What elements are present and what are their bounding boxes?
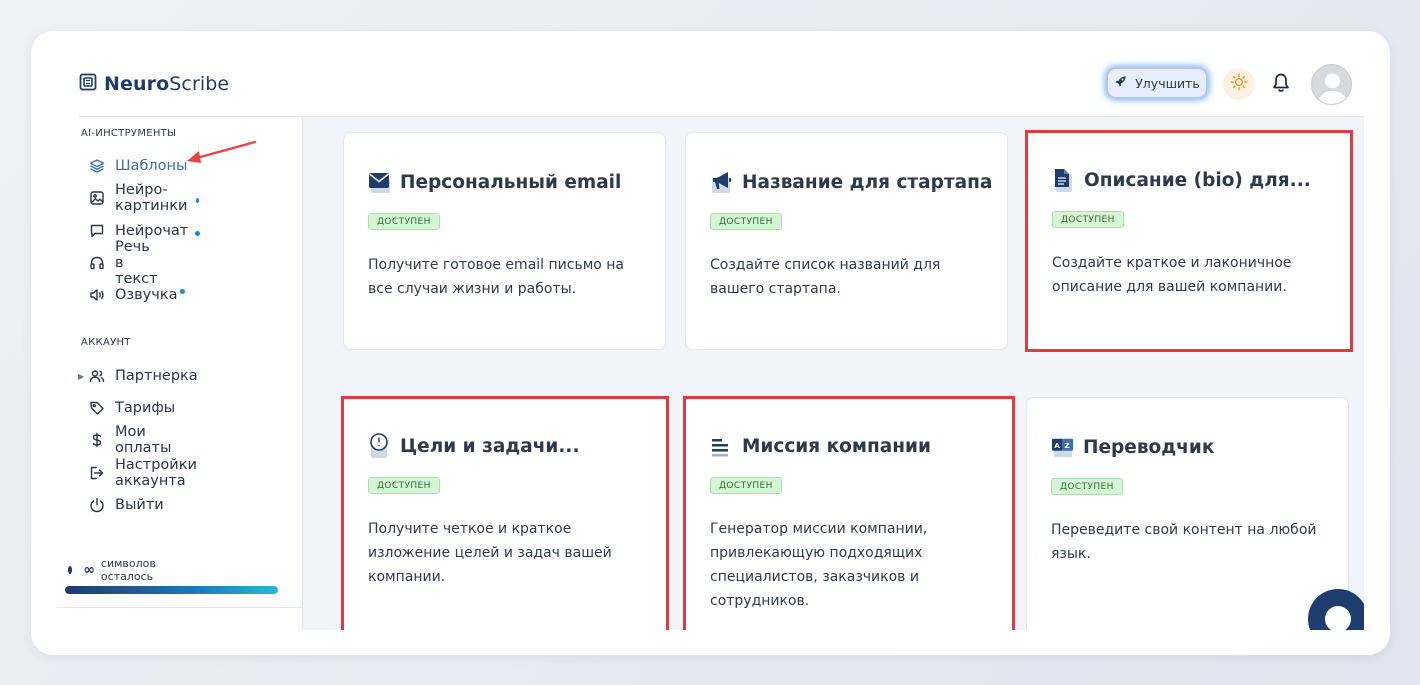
card-description: Создайте список названий для вашего стар… [710,257,941,297]
card-title: Персональный email [368,169,621,195]
rocket-icon [1114,75,1127,91]
sidebar-item-voiceover[interactable]: Озвучка [89,284,186,306]
sidebar-item-label: Партнерка [115,368,198,384]
logo-text: NeuroScribe [104,73,230,95]
template-card-translator[interactable]: A Z Переводчик ДОСТУПЕН Переведите свой … [1026,397,1349,630]
sidebar-item-label: Тарифы [115,400,176,416]
card-title: Название для стартапа [710,169,992,195]
headphones-icon [89,255,105,271]
layers-icon [89,158,105,174]
card-title: Миссия компании [710,433,931,459]
card-description: Создайте краткое и лаконичное описание д… [1052,255,1292,295]
symbols-progress-bar [65,586,278,594]
upgrade-button[interactable]: Улучшить [1107,68,1207,98]
sidebar-item-neuro-images[interactable]: Нейро-картинки [89,182,200,214]
sidebar-item-label: Нейрочат [115,223,189,239]
power-icon [89,497,105,513]
clock-note-icon [368,433,392,459]
sidebar-bottom-divider [57,607,303,608]
sidebar-item-label: Озвучка [115,287,178,303]
template-card-company-mission[interactable]: Миссия компании ДОСТУПЕН Генератор мисси… [683,396,1015,630]
translate-icon: A Z [1051,434,1075,460]
template-card-personal-email[interactable]: Персональный email ДОСТУПЕН Получите гот… [343,132,666,350]
text-lines-icon [710,433,734,459]
status-badge: ДОСТУПЕН [1051,478,1123,495]
sidebar-item-partner[interactable]: Партнерка [89,365,198,387]
status-badge: ДОСТУПЕН [1052,211,1124,228]
sidebar-item-my-payments[interactable]: Мои оплаты [89,424,171,456]
top-header: NeuroScribe Улучшить [31,31,1390,117]
speaker-icon [89,287,105,303]
tag-icon [89,400,105,416]
sidebar-item-label: Речь в текст [115,239,158,287]
card-title-text: Цели и задачи... [400,435,580,457]
card-title-text: Переводчик [1083,436,1215,458]
symbols-value: ∞ [83,562,95,578]
avatar-user-icon [1317,73,1348,104]
template-card-goals-tasks[interactable]: Цели и задачи... ДОСТУПЕН Получите четко… [341,396,669,630]
card-title-text: Название для стартапа [742,171,993,193]
sidebar-item-speech-to-text[interactable]: Речь в текст [89,239,158,287]
card-description: Получите четкое и краткое изложение целе… [368,521,612,585]
notifications-button[interactable] [1271,72,1291,98]
card-description: Переведите свой контент на любой язык. [1051,522,1317,562]
sidebar-item-tariffs[interactable]: Тарифы [89,397,175,419]
new-indicator-dot [195,230,201,236]
sidebar-item-label: Нейро-картинки [115,182,188,214]
document-icon [1052,167,1076,193]
section-label-tools: AI-ИНСТРУМЕНТЫ [81,128,177,139]
card-title-text: Миссия компании [742,435,931,457]
dollar-icon [89,432,105,448]
svg-text:A: A [1054,441,1060,450]
status-badge: ДОСТУПЕН [368,213,440,230]
card-title: Описание (bio) для... [1052,167,1311,193]
sidebar-item-logout[interactable]: Выйти [89,494,164,516]
megaphone-icon [710,169,734,195]
status-badge: ДОСТУПЕН [368,477,440,494]
symbols-label: символов осталось [100,557,156,583]
sidebar-item-account-settings[interactable]: Настройки аккаунта [89,457,197,489]
annotation-arrow-icon [187,140,257,163]
sun-icon [1230,73,1248,95]
users-icon [89,368,105,384]
templates-grid: Персональный email ДОСТУПЕН Получите гот… [303,117,1364,630]
logout-arrow-icon [89,465,105,481]
upgrade-label: Улучшить [1135,75,1200,91]
status-badge: ДОСТУПЕН [710,213,782,230]
card-title-text: Персональный email [400,171,622,193]
chat-icon [89,223,105,239]
expand-caret-icon[interactable]: ▶ [78,372,84,381]
symbols-remaining: ∞ символов осталось [68,557,160,583]
sidebar-item-label: Выйти [115,497,164,513]
app-window: NeuroScribe Улучшить AI-ИНСТРУМЕНТЫ Шабл… [31,31,1390,655]
template-card-company-bio[interactable]: Описание (bio) для... ДОСТУПЕН Создайте … [1025,130,1353,352]
theme-toggle-button[interactable] [1223,68,1255,100]
sidebar-item-label: Шаблоны [115,158,188,174]
section-label-account: АККАУНТ [81,337,131,348]
status-badge: ДОСТУПЕН [710,477,782,494]
sidebar-item-label: Настройки аккаунта [115,457,197,489]
sidebar-item-label: Мои оплаты [115,424,172,456]
image-icon [89,190,105,206]
logo[interactable]: NeuroScribe [79,73,229,95]
new-indicator-dot [196,197,200,203]
user-avatar[interactable] [1311,64,1352,105]
card-description: Генератор миссии компании, привлекающую … [710,521,928,609]
chat-bubble-inner [1325,606,1351,630]
card-title: A Z Переводчик [1051,434,1214,460]
card-description: Получите готовое email письмо на все слу… [368,257,625,297]
logo-icon [79,73,97,95]
template-card-startup-name[interactable]: Название для стартапа ДОСТУПЕН Создайте … [685,132,1008,350]
bell-icon [1271,73,1291,98]
svg-text:Z: Z [1064,441,1070,450]
card-title-text: Описание (bio) для... [1084,169,1311,191]
envelope-icon [368,169,392,195]
sidebar-item-shablony[interactable]: Шаблоны [89,155,187,177]
new-indicator-dot [180,288,186,294]
symbols-bullet [68,566,73,574]
card-title: Цели и задачи... [368,433,579,459]
